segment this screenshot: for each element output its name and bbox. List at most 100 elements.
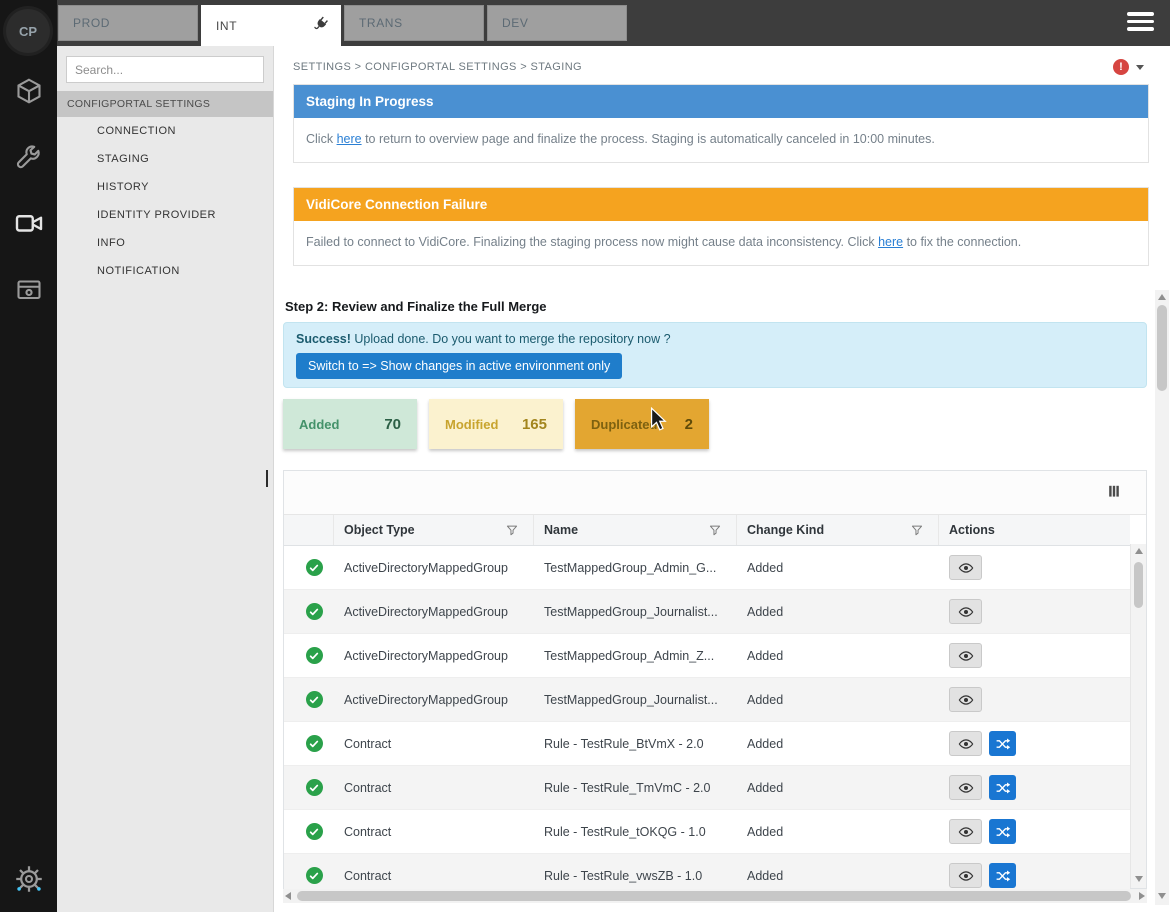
compare-button[interactable]: [989, 819, 1016, 844]
table-row: ActiveDirectoryMappedGroup TestMappedGro…: [284, 634, 1130, 678]
cell-object-type: Contract: [334, 825, 534, 839]
alert-dropdown[interactable]: !: [1113, 59, 1144, 75]
scroll-down-arrow[interactable]: [1135, 876, 1143, 882]
stat-added-value: 70: [384, 416, 401, 433]
view-button[interactable]: [949, 687, 982, 712]
grid-scrollbar-thumb[interactable]: [1134, 562, 1143, 608]
stat-duplicated-label: Duplicated: [591, 417, 657, 432]
added-status-icon: [306, 735, 323, 752]
cell-change-kind: Added: [737, 605, 939, 619]
environment-topbar: PROD INT TRANS DEV: [57, 0, 1170, 46]
tab-dev[interactable]: DEV: [487, 5, 627, 41]
switch-view-button[interactable]: Switch to => Show changes in active envi…: [296, 353, 622, 379]
scroll-up-arrow[interactable]: [1135, 548, 1143, 554]
added-status-icon: [306, 867, 323, 884]
header-object-type[interactable]: Object Type: [334, 515, 534, 545]
header-actions-label: Actions: [949, 523, 995, 537]
cell-object-type: Contract: [334, 737, 534, 751]
sidebar-item-connection[interactable]: CONNECTION: [57, 117, 273, 145]
cell-object-type: Contract: [334, 781, 534, 795]
page-scrollbar-thumb[interactable]: [1157, 305, 1167, 391]
step-title: Step 2: Review and Finalize the Full Mer…: [285, 299, 547, 314]
column-chooser-icon[interactable]: [1106, 483, 1122, 504]
staging-here-link[interactable]: here: [337, 132, 362, 146]
sidebar-item-history[interactable]: HISTORY: [57, 173, 273, 201]
stat-card-duplicated[interactable]: Duplicated 2: [575, 399, 709, 449]
tab-trans[interactable]: TRANS: [344, 5, 484, 41]
environment-tabs: PROD INT TRANS DEV: [58, 5, 627, 46]
horizontal-scrollbar-thumb[interactable]: [297, 891, 1131, 901]
video-camera-icon[interactable]: [0, 208, 57, 238]
cell-change-kind: Added: [737, 869, 939, 883]
scroll-down-arrow[interactable]: [1158, 893, 1166, 899]
stat-card-modified[interactable]: Modified 165: [429, 399, 563, 449]
view-button[interactable]: [949, 819, 982, 844]
view-button[interactable]: [949, 555, 982, 580]
tab-prod-label: PROD: [73, 16, 110, 30]
sidebar-section-configportal-settings[interactable]: CONFIGPORTAL SETTINGS: [57, 91, 273, 117]
text-ibeam-cursor: [266, 470, 268, 487]
tab-int[interactable]: INT: [201, 5, 341, 46]
plug-icon: [312, 15, 330, 36]
filter-icon[interactable]: [505, 523, 519, 537]
grid-vertical-scrollbar: [1130, 544, 1146, 888]
compare-button[interactable]: [989, 863, 1016, 888]
vidicore-here-link[interactable]: here: [878, 235, 903, 249]
view-button[interactable]: [949, 599, 982, 624]
scroll-right-arrow[interactable]: [1139, 892, 1145, 900]
search-input[interactable]: [66, 56, 264, 83]
cell-name: TestMappedGroup_Admin_G...: [534, 561, 737, 575]
cell-change-kind: Added: [737, 781, 939, 795]
view-button[interactable]: [949, 643, 982, 668]
cp-logo[interactable]: CP: [6, 9, 50, 53]
compare-button[interactable]: [989, 731, 1016, 756]
cell-object-type: ActiveDirectoryMappedGroup: [334, 561, 534, 575]
header-change-kind-label: Change Kind: [747, 523, 824, 537]
sidebar-item-info[interactable]: INFO: [57, 229, 273, 257]
cell-change-kind: Added: [737, 649, 939, 663]
header-name[interactable]: Name: [534, 515, 737, 545]
stat-card-added[interactable]: Added 70: [283, 399, 417, 449]
sidebar-item-notification[interactable]: NOTIFICATION: [57, 257, 273, 285]
view-button[interactable]: [949, 863, 982, 888]
tools-icon[interactable]: [0, 142, 57, 172]
configportal-app: CP PROD INT TRANS DEV CONFIGPOR: [0, 0, 1170, 912]
cell-name: TestMappedGroup_Journalist...: [534, 605, 737, 619]
table-row: Contract Rule - TestRule_BtVmX - 2.0 Add…: [284, 722, 1130, 766]
cell-change-kind: Added: [737, 825, 939, 839]
added-status-icon: [306, 603, 323, 620]
assets-cube-icon[interactable]: [0, 76, 57, 106]
cell-name: Rule - TestRule_BtVmX - 2.0: [534, 737, 737, 751]
alert-icon: !: [1113, 59, 1129, 75]
staging-banner: Staging In Progress Click here to return…: [293, 84, 1149, 163]
vidicore-banner-title: VidiCore Connection Failure: [294, 188, 1148, 221]
hamburger-menu-icon[interactable]: [1127, 12, 1154, 35]
staging-body-suffix: to return to overview page and finalize …: [362, 132, 935, 146]
breadcrumb: SETTINGS > CONFIGPORTAL SETTINGS > STAGI…: [293, 61, 582, 73]
view-button[interactable]: [949, 775, 982, 800]
tab-prod[interactable]: PROD: [58, 5, 198, 41]
filter-icon[interactable]: [910, 523, 924, 537]
table-row: ActiveDirectoryMappedGroup TestMappedGro…: [284, 590, 1130, 634]
package-icon[interactable]: [0, 274, 57, 304]
filter-icon[interactable]: [708, 523, 722, 537]
settings-gear-icon[interactable]: [0, 864, 57, 894]
view-button[interactable]: [949, 731, 982, 756]
sidebar-item-staging[interactable]: STAGING: [57, 145, 273, 173]
main-content: SETTINGS > CONFIGPORTAL SETTINGS > STAGI…: [274, 46, 1170, 912]
tab-dev-label: DEV: [502, 16, 528, 30]
added-status-icon: [306, 823, 323, 840]
scroll-up-arrow[interactable]: [1158, 294, 1166, 300]
table-row: ActiveDirectoryMappedGroup TestMappedGro…: [284, 678, 1130, 722]
compare-button[interactable]: [989, 775, 1016, 800]
header-change-kind[interactable]: Change Kind: [737, 515, 939, 545]
vidicore-banner-body: Failed to connect to VidiCore. Finalizin…: [294, 221, 1148, 265]
cell-name: Rule - TestRule_tOKQG - 1.0: [534, 825, 737, 839]
horizontal-scrollbar: [283, 889, 1147, 903]
scroll-left-arrow[interactable]: [285, 892, 291, 900]
vidicore-body-suffix: to fix the connection.: [903, 235, 1021, 249]
sidebar-item-identity-provider[interactable]: IDENTITY PROVIDER: [57, 201, 273, 229]
added-status-icon: [306, 779, 323, 796]
added-status-icon: [306, 647, 323, 664]
table-row: Contract Rule - TestRule_tOKQG - 1.0 Add…: [284, 810, 1130, 854]
